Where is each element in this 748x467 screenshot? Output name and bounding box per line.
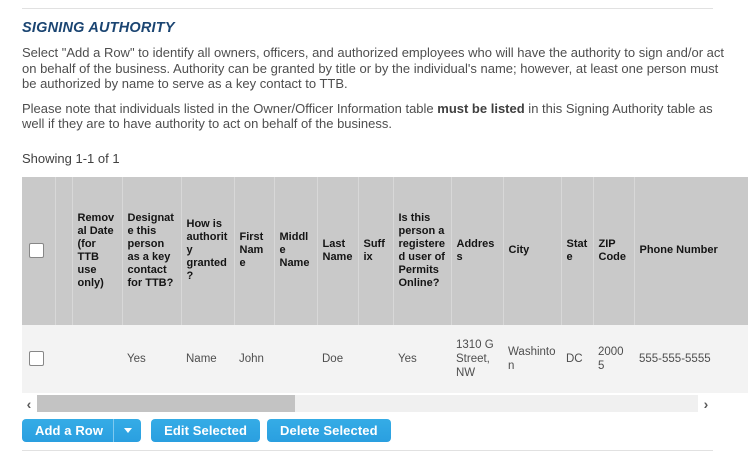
table-row: Yes Name John Doe Yes 1310 G Street, NW … <box>22 325 748 393</box>
row-select-cell <box>22 325 55 393</box>
row-checkbox[interactable] <box>29 351 44 366</box>
header-cell-suffix: Suffix <box>358 177 393 325</box>
cell-state: DC <box>561 325 593 393</box>
cell-last-name: Doe <box>317 325 358 393</box>
add-a-row-dropdown-button[interactable] <box>114 419 141 442</box>
header-cell-address: Address <box>451 177 503 325</box>
header-cell-first-name: First Name <box>234 177 274 325</box>
header-cell-state: State <box>561 177 593 325</box>
header-cell-spacer <box>55 177 72 325</box>
scrollbar-track[interactable] <box>37 395 698 412</box>
header-cell-authority-granted: How is authority granted? <box>181 177 234 325</box>
cell-spacer <box>55 325 72 393</box>
intro-paragraph: Select "Add a Row" to identify all owner… <box>22 45 730 92</box>
add-a-row-button[interactable]: Add a Row <box>22 419 113 442</box>
table-header-row: Removal Date (for TTB use only) Designat… <box>22 177 748 325</box>
top-divider <box>22 8 713 9</box>
cell-removal-date <box>72 325 122 393</box>
cell-suffix <box>358 325 393 393</box>
intro-text: Select "Add a Row" to identify all owner… <box>22 45 724 91</box>
scrollbar-thumb[interactable] <box>37 395 295 412</box>
header-cell-removal-date: Removal Date (for TTB use only) <box>72 177 122 325</box>
header-cell-last-name: Last Name <box>317 177 358 325</box>
header-select-cell <box>22 177 55 325</box>
chevron-down-icon <box>124 428 132 433</box>
showing-count: Showing 1-1 of 1 <box>22 151 748 166</box>
scroll-left-arrow-icon[interactable]: ‹ <box>22 395 36 413</box>
delete-selected-button[interactable]: Delete Selected <box>267 419 391 442</box>
scroll-right-arrow-icon[interactable]: › <box>699 395 713 413</box>
page-title: SIGNING AUTHORITY <box>22 20 748 36</box>
note-text-start: Please note that individuals listed in t… <box>22 101 437 116</box>
add-a-row-split-button: Add a Row <box>22 419 141 442</box>
header-cell-phone: Phone Number <box>634 177 748 325</box>
cell-authority-granted: Name <box>181 325 234 393</box>
cell-address: 1310 G Street, NW <box>451 325 503 393</box>
cell-zip: 20005 <box>593 325 634 393</box>
header-cell-key-contact: Designate this person as a key contact f… <box>122 177 181 325</box>
header-cell-middle-name: Middle Name <box>274 177 317 325</box>
header-cell-registered-user: Is this person a registered user of Perm… <box>393 177 451 325</box>
horizontal-scrollbar[interactable]: ‹ › <box>22 395 713 413</box>
table-actions-toolbar: Add a Row Edit Selected Delete Selected <box>22 419 748 442</box>
signing-authority-table: Removal Date (for TTB use only) Designat… <box>22 177 748 393</box>
cell-middle-name <box>274 325 317 393</box>
cell-first-name: John <box>234 325 274 393</box>
signing-authority-section: SIGNING AUTHORITY Select "Add a Row" to … <box>0 8 748 451</box>
cell-key-contact: Yes <box>122 325 181 393</box>
cell-registered-user: Yes <box>393 325 451 393</box>
cell-city: Washinton <box>503 325 561 393</box>
table-scroll-area[interactable]: Removal Date (for TTB use only) Designat… <box>22 177 748 393</box>
edit-selected-button[interactable]: Edit Selected <box>151 419 260 442</box>
note-text-bold: must be listed <box>437 101 524 116</box>
select-all-checkbox[interactable] <box>29 243 44 258</box>
note-paragraph: Please note that individuals listed in t… <box>22 101 730 132</box>
cell-phone: 555-555-5555 <box>634 325 748 393</box>
header-cell-city: City <box>503 177 561 325</box>
header-cell-zip: ZIP Code <box>593 177 634 325</box>
bottom-divider <box>22 450 713 451</box>
